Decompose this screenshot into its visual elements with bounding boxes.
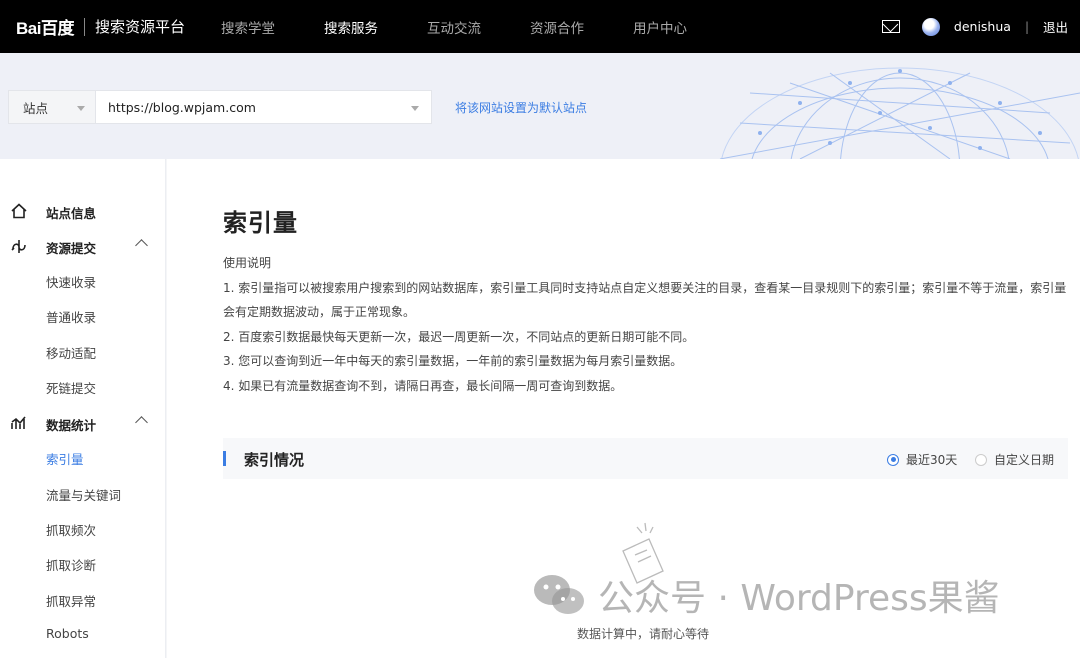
submit-icon: [11, 240, 26, 253]
sidebar-item-dead-link[interactable]: 死链提交: [46, 378, 96, 397]
radio-unchecked[interactable]: [975, 453, 987, 466]
sidebar-item-crawl-frequency[interactable]: 抓取频次: [46, 520, 96, 539]
empty-state-text: 数据计算中，请耐心等待: [577, 627, 710, 641]
sidebar-group-label: 站点信息: [46, 205, 97, 221]
watermark: 公众号 · WordPress果酱: [532, 569, 1000, 621]
chevron-down-icon: [411, 106, 419, 111]
sidebar-item-crawl-diagnosis[interactable]: 抓取诊断: [46, 555, 96, 574]
sidebar-group-stats[interactable]: 数据统计: [0, 414, 166, 434]
usage-line: 1. 索引量指可以被搜索用户搜索到的网站数据库，索引量工具同时支持站点自定义想要…: [223, 280, 1067, 320]
sidebar-item-normal-index[interactable]: 普通收录: [46, 307, 96, 326]
site-type-value: 站点: [23, 100, 49, 116]
range-label: 最近30天: [906, 453, 958, 467]
stats-icon: [11, 416, 26, 429]
avatar[interactable]: [921, 17, 940, 36]
main-content: 索引量 使用说明 1. 索引量指可以被搜索用户搜索到的网站数据库，索引量工具同时…: [167, 159, 1080, 658]
nav-item-user-center[interactable]: 用户中心: [633, 17, 687, 37]
index-status-header: 索引情况 最近30天 自定义日期: [223, 438, 1068, 479]
range-option-custom[interactable]: 自定义日期: [975, 451, 1054, 468]
chevron-up-icon[interactable]: [135, 239, 148, 252]
user-area: denishua | 退出: [881, 0, 1068, 53]
usage-heading: 使用说明: [223, 256, 272, 270]
mail-icon[interactable]: [881, 20, 900, 33]
globe-illustration: [719, 67, 1080, 159]
brand-divider: [83, 17, 85, 36]
site-url-select[interactable]: https://blog.wpjam.com: [96, 91, 431, 123]
section-accent: [223, 451, 226, 466]
sidebar-group-submit[interactable]: 资源提交: [0, 237, 166, 257]
chevron-down-icon: [77, 106, 85, 111]
sidebar-item-site-info[interactable]: 站点信息: [0, 202, 166, 222]
page-title: 索引量: [223, 209, 298, 237]
nav-divider: |: [1024, 19, 1029, 34]
sidebar-item-index-volume[interactable]: 索引量: [46, 449, 84, 468]
sidebar-item-robots[interactable]: Robots: [46, 626, 89, 641]
sidebar-group-label: 资源提交: [46, 240, 97, 256]
usage-line: 2. 百度索引数据最快每天更新一次，最迟一周更新一次，不同站点的更新日期可能不同…: [223, 329, 695, 344]
chevron-up-icon[interactable]: [135, 416, 148, 429]
site-url-value: https://blog.wpjam.com: [108, 99, 256, 115]
usage-instructions: 使用说明 1. 索引量指可以被搜索用户搜索到的网站数据库，索引量工具同时支持站点…: [223, 251, 1073, 398]
platform-title[interactable]: 搜索资源平台: [95, 16, 185, 37]
sidebar-item-mobile-adapt[interactable]: 移动适配: [46, 343, 96, 362]
sidebar-group-label: 数据统计: [46, 417, 97, 433]
range-label: 自定义日期: [994, 453, 1055, 467]
radio-checked[interactable]: [887, 453, 899, 466]
usage-line: 4. 如果已有流量数据查询不到，请隔日再查，最长间隔一周可查询到数据。: [223, 378, 623, 393]
brand[interactable]: Bai百度 搜索资源平台: [16, 14, 185, 39]
sidebar-item-fast-index[interactable]: 快速收录: [46, 272, 96, 291]
sidebar-item-traffic-keywords[interactable]: 流量与关键词: [46, 485, 121, 504]
nav-item-cooperation[interactable]: 资源合作: [530, 17, 584, 37]
set-default-site-link[interactable]: 将该网站设置为默认站点: [455, 99, 587, 116]
username[interactable]: denishua: [954, 19, 1011, 34]
range-option-30-days[interactable]: 最近30天: [887, 451, 957, 468]
site-banner: 站点 https://blog.wpjam.com 将该网站设置为默认站点: [0, 53, 1080, 159]
section-title: 索引情况: [244, 451, 305, 469]
logout-link[interactable]: 退出: [1043, 17, 1068, 36]
nav-item-community[interactable]: 互动交流: [427, 17, 481, 37]
nav-item-search-service[interactable]: 搜索服务: [324, 17, 378, 37]
watermark-text: 公众号 · WordPress果酱: [598, 578, 1000, 619]
usage-line: 3. 您可以查询到近一年中每天的索引量数据，一年前的索引量数据为每月索引量数据。: [223, 354, 683, 368]
main-nav: 搜索学堂 搜索服务 互动交流 资源合作 用户中心: [221, 17, 736, 37]
baidu-logo[interactable]: Bai百度: [16, 14, 74, 39]
sidebar-item-crawl-errors[interactable]: 抓取异常: [46, 591, 96, 610]
nav-item-school[interactable]: 搜索学堂: [221, 17, 275, 37]
sidebar: 站点信息 资源提交 快速收录 普通收录 移动适配 死链提交 数据统计 索引量 流…: [0, 159, 166, 658]
site-type-select[interactable]: 站点: [9, 91, 96, 123]
home-icon: [11, 203, 27, 219]
top-navbar: Bai百度 搜索资源平台 搜索学堂 搜索服务 互动交流 资源合作 用户中心 de…: [0, 0, 1080, 53]
site-selector: 站点 https://blog.wpjam.com: [8, 90, 432, 124]
wechat-icon: [534, 575, 584, 614]
